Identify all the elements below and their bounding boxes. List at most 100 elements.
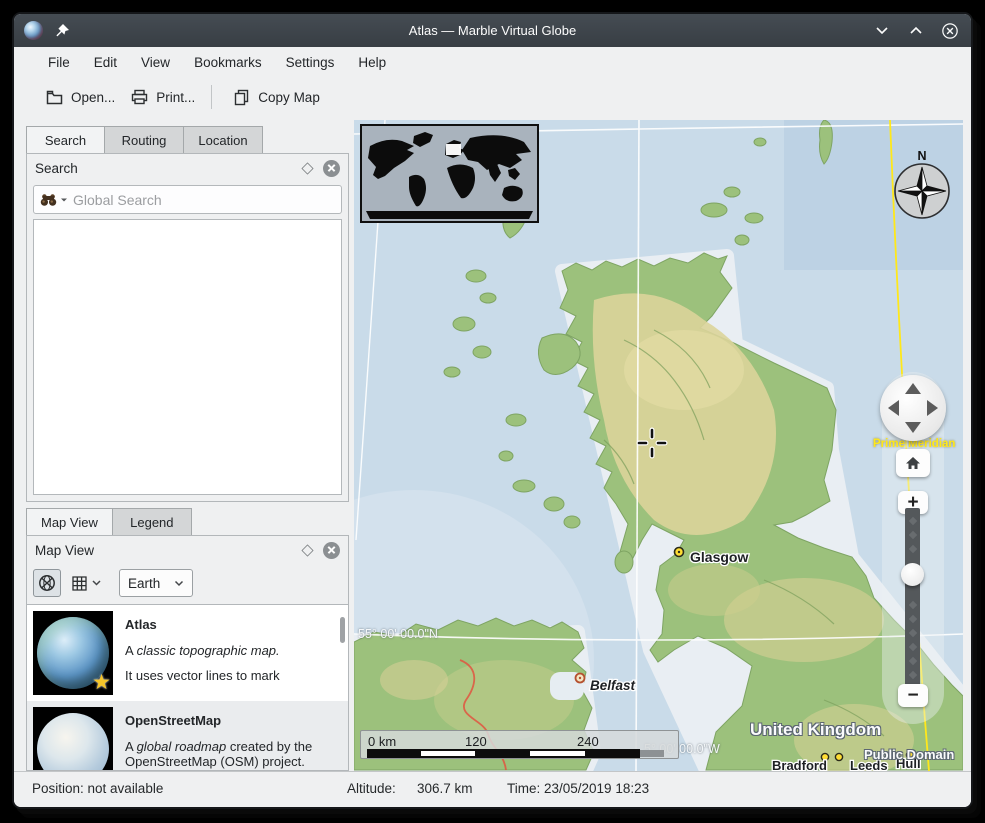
- minimize-button[interactable]: [873, 22, 891, 40]
- map-theme-desc: A global roadmap created by the OpenStre…: [125, 739, 342, 770]
- latitude-label: 55° 00' 00.0"N: [358, 627, 438, 641]
- mapview-dock-title: Map View: [35, 543, 302, 558]
- search-dock-header: Search: [27, 154, 348, 182]
- search-dock-title: Search: [35, 161, 302, 176]
- mapview-dock-header: Map View: [27, 536, 348, 564]
- scale-bar: 0 km 120 240: [360, 730, 679, 759]
- globe-icon: [38, 574, 56, 592]
- copy-pages-icon: [234, 89, 250, 106]
- main-toolbar: Open... Print... Copy Map: [14, 77, 971, 117]
- chevron-down-icon[interactable]: [60, 197, 68, 203]
- city-label-bradford: Bradford: [772, 758, 827, 771]
- search-results-list[interactable]: [33, 219, 342, 495]
- diamond-icon[interactable]: [301, 162, 313, 174]
- status-time: Time: 23/05/2019 18:23: [507, 781, 649, 796]
- map-canvas[interactable]: Glasgow Belfast Bradford Leeds Hull 55° …: [354, 120, 963, 771]
- titlebar: Atlas — Marble Virtual Globe: [14, 14, 971, 47]
- tab-search[interactable]: Search: [26, 126, 105, 153]
- map-theme-title: Atlas: [125, 617, 280, 633]
- zoom-slider-track[interactable]: [905, 508, 920, 694]
- pan-right-arrow-icon: [927, 400, 938, 416]
- maximize-button[interactable]: [907, 22, 925, 40]
- mapview-dock: Map View: [26, 535, 349, 771]
- map-theme-title: OpenStreetMap: [125, 713, 342, 729]
- city-label-belfast: Belfast: [590, 678, 636, 693]
- pan-dpad[interactable]: [880, 375, 946, 441]
- toolbar-separator: [211, 85, 212, 109]
- map-theme-desc: A classic topographic map.: [125, 643, 280, 659]
- celestial-body-value: Earth: [128, 576, 160, 591]
- compass-n-label: N: [917, 149, 926, 163]
- map-theme-desc2: OpenStreetMap (OSM) project.: [125, 754, 305, 769]
- chevron-down-icon: [92, 580, 101, 586]
- round-close-icon[interactable]: [323, 542, 340, 559]
- close-button[interactable]: [941, 22, 959, 40]
- binoculars-icon: [40, 193, 58, 207]
- menu-bookmarks[interactable]: Bookmarks: [184, 51, 272, 74]
- menu-settings[interactable]: Settings: [276, 51, 345, 74]
- marble-globe-icon: [24, 21, 43, 40]
- print-button[interactable]: Print...: [123, 83, 203, 111]
- scale-end: 240: [577, 734, 599, 749]
- menu-view[interactable]: View: [131, 51, 180, 74]
- dock-tabs-bottom: Map View Legend: [26, 508, 192, 535]
- print-label: Print...: [156, 90, 195, 105]
- pan-up-arrow-icon: [905, 383, 921, 394]
- dock-tabs-top: Search Routing Location: [26, 126, 263, 153]
- pushpin-icon[interactable]: [55, 23, 70, 38]
- left-panel: Search Routing Location Search: [26, 120, 349, 771]
- scale-zero: 0 km: [368, 734, 396, 749]
- printer-icon: [131, 89, 148, 105]
- statusbar: Position: not available Altitude: 306.7 …: [14, 771, 971, 809]
- open-button[interactable]: Open...: [38, 84, 123, 111]
- country-label: United Kingdom: [750, 720, 881, 740]
- globe-projection-button[interactable]: [33, 569, 61, 597]
- app-window: Atlas — Marble Virtual Globe File Edit V…: [12, 12, 973, 809]
- home-button[interactable]: [896, 449, 930, 477]
- attribution-label: Public Domain: [864, 747, 954, 762]
- celestial-body-select[interactable]: Earth: [119, 569, 193, 597]
- map-theme-list: ★ Atlas A classic topographic map. It us…: [27, 604, 348, 770]
- copy-map-label: Copy Map: [258, 90, 320, 105]
- copy-map-button[interactable]: Copy Map: [226, 83, 328, 112]
- list-item-openstreetmap[interactable]: OpenStreetMap A global roadmap created b…: [27, 701, 348, 770]
- status-altitude-value: 306.7 km: [417, 781, 473, 796]
- zoom-slider-thumb[interactable]: [901, 563, 924, 586]
- list-item-atlas[interactable]: ★ Atlas A classic topographic map. It us…: [27, 605, 348, 701]
- city-label-glasgow: Glasgow: [690, 549, 748, 565]
- pan-down-arrow-icon: [905, 422, 921, 433]
- celestial-body-button[interactable]: [67, 569, 105, 597]
- home-icon: [905, 456, 921, 470]
- pan-left-arrow-icon: [888, 400, 899, 416]
- folder-icon: [46, 90, 63, 105]
- status-altitude-label: Altitude:: [347, 781, 396, 796]
- zoom-out-button[interactable]: −: [898, 684, 928, 707]
- mapview-toolbar: Earth: [33, 566, 193, 600]
- scale-mid: 120: [465, 734, 487, 749]
- diamond-icon[interactable]: [301, 544, 313, 556]
- open-label: Open...: [71, 90, 115, 105]
- list-scrollbar[interactable]: [340, 617, 345, 643]
- round-close-icon[interactable]: [323, 160, 340, 177]
- tab-map-view[interactable]: Map View: [26, 508, 113, 535]
- search-input[interactable]: [73, 192, 335, 208]
- favorite-star-icon[interactable]: ★: [92, 670, 111, 695]
- osm-thumbnail: [33, 707, 113, 770]
- status-position: Position: not available: [32, 781, 163, 796]
- window-title: Atlas — Marble Virtual Globe: [14, 23, 971, 38]
- tab-routing[interactable]: Routing: [105, 126, 184, 153]
- search-field[interactable]: [33, 185, 342, 214]
- menu-edit[interactable]: Edit: [84, 51, 127, 74]
- atlas-thumbnail: ★: [33, 611, 113, 695]
- compass-icon: N: [892, 148, 952, 220]
- tab-legend[interactable]: Legend: [113, 508, 192, 535]
- search-dock: Search: [26, 153, 349, 502]
- grid-icon: [71, 575, 88, 592]
- overview-map[interactable]: [360, 124, 539, 223]
- menu-file[interactable]: File: [38, 51, 80, 74]
- chevron-down-icon: [174, 580, 184, 587]
- menu-help[interactable]: Help: [348, 51, 396, 74]
- menubar: File Edit View Bookmarks Settings Help: [14, 47, 971, 77]
- tab-location[interactable]: Location: [184, 126, 263, 153]
- map-theme-desc2: It uses vector lines to mark: [125, 668, 280, 684]
